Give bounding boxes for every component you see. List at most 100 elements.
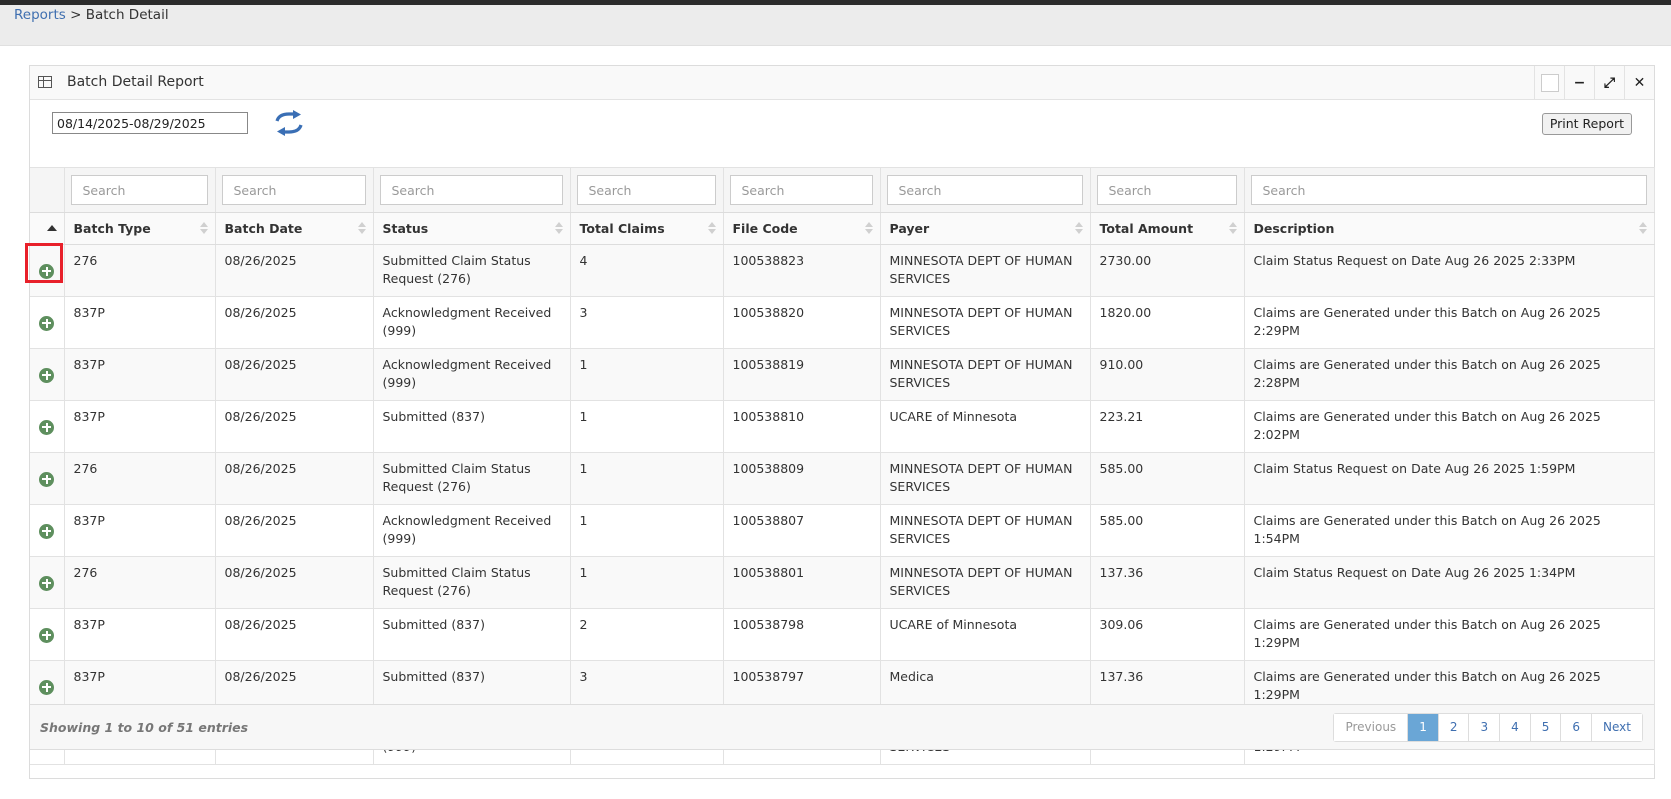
table-cell: Claim Status Request on Date Aug 26 2025… xyxy=(1244,556,1655,609)
column-header[interactable]: Total Claims xyxy=(570,212,724,245)
table-cell: 309.06 xyxy=(1090,608,1245,661)
page-button[interactable]: 1 xyxy=(1407,714,1438,741)
table-cell: 1 xyxy=(570,452,724,505)
page-button[interactable]: 3 xyxy=(1468,714,1500,741)
column-search-input[interactable] xyxy=(221,175,366,205)
date-range-input[interactable] xyxy=(52,112,248,134)
minimize-icon: − xyxy=(1573,74,1586,91)
previous-page-button[interactable]: Previous xyxy=(1334,714,1408,741)
table-cell: Claims are Generated under this Batch on… xyxy=(1244,504,1655,557)
table-row[interactable]: 837P08/26/2025Acknowledgment Received (9… xyxy=(30,296,1655,349)
search-cell xyxy=(215,167,374,213)
next-page-button[interactable]: Next xyxy=(1591,714,1642,741)
table-cell: 100538819 xyxy=(723,348,881,401)
table-row[interactable]: 837P 08/26/2025 Submitted (837) 2 100538798 U… xyxy=(30,608,1655,661)
column-header[interactable]: Description xyxy=(1244,212,1655,245)
table-cell: MINNESOTA DEPT OF HUMAN SERVICES xyxy=(880,504,1091,557)
plus-circle-icon[interactable] xyxy=(39,315,55,331)
page-button[interactable]: 2 xyxy=(1437,714,1469,741)
column-search-input[interactable] xyxy=(1096,175,1237,205)
expand-cell[interactable] xyxy=(30,556,65,609)
breadcrumb-reports-link[interactable]: Reports xyxy=(14,7,66,23)
table-cell: Acknowledgment Received (999) xyxy=(373,504,571,557)
table-cell: 100538820 xyxy=(723,296,881,349)
table-cell: MINNESOTA DEPT OF HUMAN SERVICES xyxy=(880,452,1091,505)
expand-cell[interactable] xyxy=(30,296,65,349)
table-cell: 3 xyxy=(570,296,724,349)
expand-cell[interactable] xyxy=(30,452,65,505)
column-header[interactable]: File Code xyxy=(723,212,881,245)
table-cell: 100538798 xyxy=(723,608,881,661)
page-button[interactable]: 6 xyxy=(1560,714,1592,741)
plus-circle-icon[interactable] xyxy=(39,367,55,383)
expand-cell[interactable] xyxy=(30,348,65,401)
expand-icon: ⤢ xyxy=(1603,74,1616,91)
panel-checkbox[interactable] xyxy=(1534,66,1564,99)
plus-circle-icon[interactable] xyxy=(39,419,55,435)
column-header[interactable]: Batch Date xyxy=(215,212,374,245)
plus-circle-icon[interactable] xyxy=(39,679,55,695)
column-header[interactable]: Total Amount xyxy=(1090,212,1245,245)
table-cell: 276 xyxy=(64,244,216,297)
minimize-button[interactable]: − xyxy=(1564,66,1594,99)
column-search-input[interactable] xyxy=(729,175,873,205)
table-row[interactable]: 837P08/26/2025Acknowledgment Received (9… xyxy=(30,504,1655,557)
table-row[interactable]: 837P 08/26/2025 Submitted (837) 1 100538810 U… xyxy=(30,400,1655,453)
page-button[interactable]: 4 xyxy=(1499,714,1530,741)
table-cell: 585.00 xyxy=(1090,452,1245,505)
plus-circle-icon[interactable] xyxy=(39,575,55,591)
pagination: Previous 1 2 3 4 5 6 Next xyxy=(1333,713,1643,742)
table-cell: UCARE of Minnesota xyxy=(880,608,1091,661)
expand-cell[interactable] xyxy=(25,243,65,297)
entries-info: Showing 1 to 10 of 51 entries xyxy=(40,720,249,735)
plus-circle-icon[interactable] xyxy=(39,471,55,487)
sort-icon xyxy=(1228,222,1237,234)
panel-controls: − ⤢ ✕ xyxy=(1534,66,1654,99)
column-header-label: Status xyxy=(382,221,429,236)
sort-icon xyxy=(199,222,208,234)
breadcrumb-bar: Reports > Batch Detail xyxy=(0,5,1671,46)
column-header-label: Payer xyxy=(889,221,930,236)
plus-circle-icon[interactable] xyxy=(39,523,55,539)
table-icon xyxy=(38,76,52,88)
plus-circle-icon[interactable] xyxy=(39,627,55,643)
table-cell: Claim Status Request on Date Aug 26 2025… xyxy=(1244,244,1655,297)
sort-icon xyxy=(357,222,366,234)
table-cell: 08/26/2025 xyxy=(215,348,374,401)
column-header[interactable]: Batch Type xyxy=(64,212,216,245)
column-header[interactable]: Status xyxy=(373,212,571,245)
column-search-input[interactable] xyxy=(70,175,208,205)
column-search-input[interactable] xyxy=(886,175,1083,205)
table-cell: 837P xyxy=(64,296,216,349)
breadcrumb-separator: > xyxy=(65,7,86,23)
table-cell: 837P xyxy=(64,608,216,661)
close-icon: ✕ xyxy=(1633,74,1646,91)
table-row[interactable]: 276 08/26/2025 Submitted Claim Status Requ… xyxy=(25,243,1655,297)
expand-cell[interactable] xyxy=(30,608,65,661)
column-header[interactable]: Payer xyxy=(880,212,1091,245)
fullscreen-button[interactable]: ⤢ xyxy=(1594,66,1624,99)
close-button[interactable]: ✕ xyxy=(1624,66,1654,99)
column-search-input[interactable] xyxy=(379,175,563,205)
page-button[interactable]: 5 xyxy=(1529,714,1561,741)
table-cell: 837P xyxy=(64,504,216,557)
table-row[interactable]: 276 08/26/2025 Submitted Claim Status Requ… xyxy=(30,556,1655,609)
expand-cell[interactable] xyxy=(30,504,65,557)
table-cell: 08/26/2025 xyxy=(215,400,374,453)
table-row[interactable]: 276 08/26/2025 Submitted Claim Status Requ… xyxy=(30,452,1655,505)
table-cell: 08/26/2025 xyxy=(215,556,374,609)
expand-cell[interactable] xyxy=(30,400,65,453)
refresh-icon[interactable] xyxy=(273,110,305,136)
table-row[interactable]: 837P08/26/2025Acknowledgment Received (9… xyxy=(30,348,1655,401)
column-search-input[interactable] xyxy=(1250,175,1647,205)
table-cell: Acknowledgment Received (999) xyxy=(373,296,571,349)
print-report-button[interactable]: Print Report xyxy=(1541,113,1632,135)
table-footer: Showing 1 to 10 of 51 entries Previous 1 2… xyxy=(30,704,1654,750)
batch-table: Batch Type Batch Date Status Total Claims Fi… xyxy=(25,167,1655,765)
expand-column-header[interactable] xyxy=(30,212,65,245)
column-search-input[interactable] xyxy=(576,175,716,205)
column-header-label: Description xyxy=(1253,221,1335,236)
table-cell: Submitted (837) xyxy=(373,608,571,661)
table-cell: Claims are Generated under this Batch on… xyxy=(1244,348,1655,401)
table-cell: Claims are Generated under this Batch on… xyxy=(1244,608,1655,661)
